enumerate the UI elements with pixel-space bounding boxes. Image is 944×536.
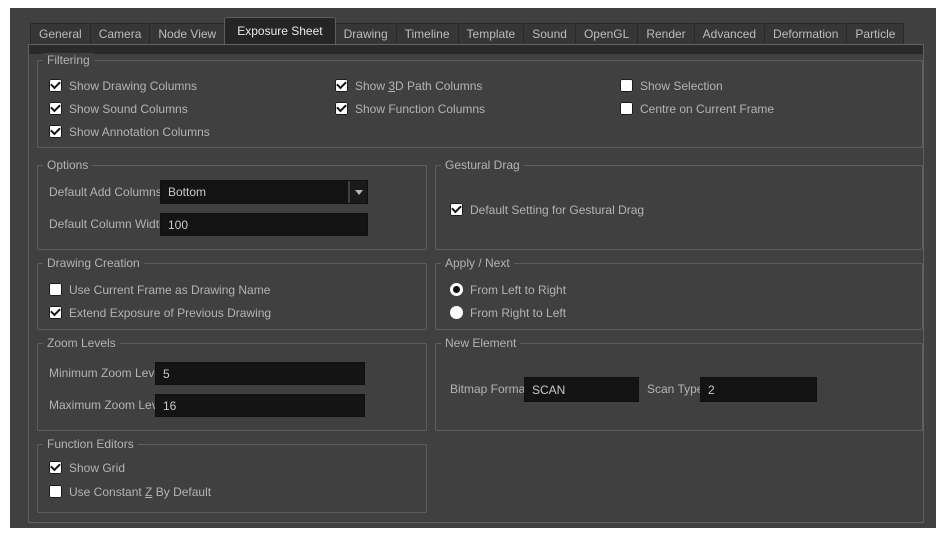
group-title-zoom-levels: Zoom Levels bbox=[43, 336, 120, 351]
group-function-editors: Function Editors Show Grid Use Constant … bbox=[37, 437, 427, 513]
radio-label: From Left to Right bbox=[470, 282, 567, 297]
checkbox-label: Show Drawing Columns bbox=[69, 78, 198, 93]
group-title-gestural-drag: Gestural Drag bbox=[441, 158, 524, 173]
tab-render[interactable]: Render bbox=[637, 23, 695, 44]
checkbox-show-3d-path-columns[interactable]: Show 3D Path Columns bbox=[335, 78, 485, 93]
group-apply-next: Apply / Next From Left to Right From Rig… bbox=[435, 256, 923, 330]
checkbox-label: Centre on Current Frame bbox=[640, 101, 775, 116]
default-add-columns-dropdown[interactable]: Bottom bbox=[160, 180, 368, 204]
tab-exposure-sheet[interactable]: Exposure Sheet bbox=[224, 17, 336, 44]
minimum-zoom-level-label: Minimum Zoom Level bbox=[49, 366, 164, 380]
radio-button bbox=[450, 306, 463, 319]
group-zoom-levels: Zoom Levels Minimum Zoom Level Maximum Z… bbox=[37, 336, 427, 431]
checkbox-label: Show 3D Path Columns bbox=[355, 78, 483, 93]
checkbox-show-drawing-columns[interactable]: Show Drawing Columns bbox=[49, 78, 210, 93]
pane-top-strip bbox=[29, 45, 923, 54]
tab-content-pane: Filtering Show Drawing Columns Show Soun… bbox=[28, 44, 924, 523]
checkbox-box bbox=[620, 79, 633, 92]
tab-timeline[interactable]: Timeline bbox=[395, 23, 459, 44]
group-title-filtering: Filtering bbox=[43, 53, 94, 68]
filtering-column-2: Show 3D Path Columns Show Function Colum… bbox=[335, 78, 485, 124]
maximum-zoom-level-label: Maximum Zoom Level bbox=[49, 398, 168, 412]
checkbox-use-constant-z-by-default[interactable]: Use Constant Z By Default bbox=[49, 484, 211, 499]
default-column-width-label: Default Column Width bbox=[49, 217, 166, 231]
checkbox-show-grid[interactable]: Show Grid bbox=[49, 460, 125, 475]
scan-type-input[interactable] bbox=[700, 377, 817, 402]
default-add-columns-label: Default Add Columns bbox=[49, 185, 162, 199]
group-gestural-drag: Gestural Drag Default Setting for Gestur… bbox=[435, 158, 923, 250]
checkbox-box bbox=[620, 102, 633, 115]
checkbox-label: Show Selection bbox=[640, 78, 723, 93]
group-options: Options Default Add Columns Bottom Defau… bbox=[37, 158, 427, 250]
checkbox-centre-on-current-frame[interactable]: Centre on Current Frame bbox=[620, 101, 774, 116]
group-title-function-editors: Function Editors bbox=[43, 437, 138, 452]
group-title-options: Options bbox=[43, 158, 93, 173]
bitmap-format-input[interactable] bbox=[524, 377, 639, 402]
group-drawing-creation: Drawing Creation Use Current Frame as Dr… bbox=[37, 256, 427, 330]
checkbox-box bbox=[49, 306, 62, 319]
checkbox-box bbox=[335, 102, 348, 115]
checkbox-show-annotation-columns[interactable]: Show Annotation Columns bbox=[49, 124, 210, 139]
checkbox-label: Show Annotation Columns bbox=[69, 124, 210, 139]
filtering-column-1: Show Drawing Columns Show Sound Columns … bbox=[49, 78, 210, 147]
minimum-zoom-level-input[interactable] bbox=[155, 362, 365, 385]
bitmap-format-label: Bitmap Format bbox=[450, 382, 529, 396]
checkbox-label: Show Grid bbox=[69, 460, 126, 475]
tab-sound[interactable]: Sound bbox=[523, 23, 576, 44]
checkbox-box bbox=[49, 485, 62, 498]
scan-type-label: Scan Type bbox=[647, 382, 704, 396]
default-column-width-input[interactable] bbox=[160, 213, 368, 236]
tab-node-view[interactable]: Node View bbox=[149, 23, 226, 44]
radio-from-left-to-right[interactable]: From Left to Right bbox=[450, 282, 566, 297]
tab-opengl[interactable]: OpenGL bbox=[574, 23, 639, 44]
chevron-down-icon bbox=[354, 189, 363, 195]
checkbox-show-selection[interactable]: Show Selection bbox=[620, 78, 774, 93]
group-title-new-element: New Element bbox=[441, 336, 521, 351]
tab-drawing[interactable]: Drawing bbox=[334, 23, 397, 44]
group-title-drawing-creation: Drawing Creation bbox=[43, 256, 144, 271]
checkbox-use-current-frame-as-drawing-name[interactable]: Use Current Frame as Drawing Name bbox=[49, 282, 270, 297]
group-new-element: New Element Bitmap Format Scan Type bbox=[435, 336, 923, 431]
checkbox-label: Default Setting for Gestural Drag bbox=[470, 202, 645, 217]
checkbox-label: Show Function Columns bbox=[355, 101, 486, 116]
checkbox-box bbox=[335, 79, 348, 92]
radio-button bbox=[450, 283, 463, 296]
tab-template[interactable]: Template bbox=[457, 23, 525, 44]
maximum-zoom-level-input[interactable] bbox=[155, 394, 365, 417]
checkbox-box bbox=[49, 79, 62, 92]
tab-camera[interactable]: Camera bbox=[89, 23, 151, 44]
checkbox-box bbox=[49, 102, 62, 115]
filtering-column-3: Show Selection Centre on Current Frame bbox=[620, 78, 774, 124]
checkbox-show-sound-columns[interactable]: Show Sound Columns bbox=[49, 101, 210, 116]
checkbox-extend-exposure-of-previous-drawing[interactable]: Extend Exposure of Previous Drawing bbox=[49, 305, 271, 320]
checkbox-label: Extend Exposure of Previous Drawing bbox=[69, 305, 272, 320]
tab-particle[interactable]: Particle bbox=[846, 23, 905, 44]
radio-label: From Right to Left bbox=[470, 305, 567, 320]
preferences-dialog: General Camera Node View Exposure Sheet … bbox=[10, 8, 936, 528]
tab-bar: General Camera Node View Exposure Sheet … bbox=[30, 17, 905, 44]
checkbox-box bbox=[49, 461, 62, 474]
checkbox-label: Use Current Frame as Drawing Name bbox=[69, 282, 271, 297]
radio-from-right-to-left[interactable]: From Right to Left bbox=[450, 305, 566, 320]
group-title-apply-next: Apply / Next bbox=[441, 256, 514, 271]
tab-general[interactable]: General bbox=[30, 23, 91, 44]
checkbox-show-function-columns[interactable]: Show Function Columns bbox=[335, 101, 485, 116]
checkbox-box bbox=[49, 283, 62, 296]
group-filtering: Filtering Show Drawing Columns Show Soun… bbox=[37, 53, 923, 148]
checkbox-label: Use Constant Z By Default bbox=[69, 484, 212, 499]
dropdown-button[interactable] bbox=[348, 181, 367, 203]
dropdown-value: Bottom bbox=[168, 185, 207, 199]
tab-advanced[interactable]: Advanced bbox=[693, 23, 766, 44]
checkbox-box bbox=[450, 203, 463, 216]
checkbox-box bbox=[49, 125, 62, 138]
checkbox-default-setting-for-gestural-drag[interactable]: Default Setting for Gestural Drag bbox=[450, 202, 644, 217]
checkbox-label: Show Sound Columns bbox=[69, 101, 188, 116]
tab-deformation[interactable]: Deformation bbox=[764, 23, 848, 44]
